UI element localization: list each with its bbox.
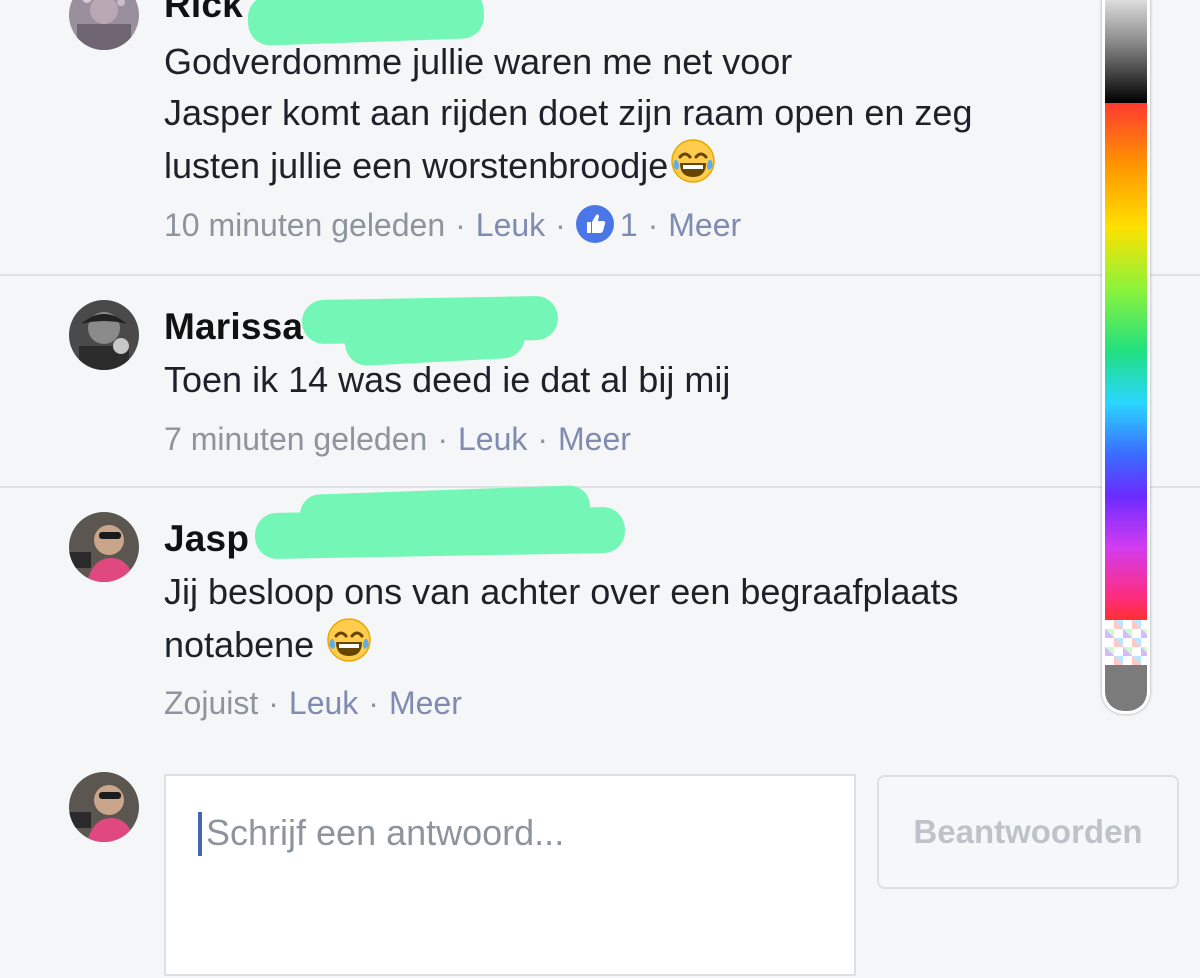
current-user-avatar[interactable]	[69, 772, 139, 842]
reply-placeholder: Schrijf een antwoord...	[206, 812, 565, 853]
comment-timestamp: 10 minuten geleden	[164, 207, 446, 243]
meta-separator: ·	[455, 207, 466, 243]
meta-separator: ·	[647, 207, 659, 243]
avatar[interactable]	[69, 300, 139, 370]
color-picker-bottom-segment[interactable]	[1105, 665, 1147, 711]
comment-author-name[interactable]: Jasp	[164, 518, 249, 560]
comment-meta: 10 minuten geleden · Leuk · 1 · Meer	[164, 205, 741, 244]
comment-text-line: Jij besloop ons van achter over een begr…	[164, 571, 959, 612]
laughing-tears-emoji-icon	[670, 138, 716, 197]
comment-text-line: Toen ik 14 was deed ie dat al bij mij	[164, 359, 731, 400]
meta-separator: ·	[437, 421, 448, 457]
reply-button[interactable]: Beantwoorden	[877, 775, 1179, 889]
color-picker-hue-segment[interactable]	[1105, 103, 1147, 620]
reply-input[interactable]: Schrijf een antwoord...	[164, 774, 856, 976]
thumbs-up-icon[interactable]	[575, 205, 614, 243]
comment-text-line: Godverdomme jullie waren me net voor	[164, 41, 793, 82]
like-link[interactable]: Leuk	[458, 421, 527, 457]
comment-meta: Zojuist · Leuk · Meer	[164, 685, 462, 722]
avatar[interactable]	[69, 512, 139, 582]
comment-text-line: notabene	[164, 617, 372, 676]
comment-text-segment: notabene	[164, 624, 315, 665]
comment-meta: 7 minuten geleden · Leuk · Meer	[164, 421, 631, 458]
color-picker-transparent-segment[interactable]	[1105, 620, 1147, 665]
meta-separator: ·	[537, 421, 549, 457]
meta-separator: ·	[555, 207, 566, 243]
comment-timestamp: 7 minuten geleden	[164, 421, 428, 457]
comment-divider	[0, 486, 1200, 488]
text-cursor	[198, 812, 202, 856]
comment-author-name[interactable]: Marissa	[164, 306, 303, 348]
comment-text-segment: lusten jullie een worstenbroodje	[164, 145, 669, 186]
color-picker-grey-segment[interactable]	[1105, 0, 1147, 103]
like-link[interactable]: Leuk	[289, 685, 358, 721]
comment-timestamp: Zojuist	[164, 685, 259, 721]
laughing-tears-emoji-icon	[326, 617, 372, 676]
meta-separator: ·	[268, 685, 279, 721]
comment-text-line: Jasper komt aan rijden doet zijn raam op…	[164, 92, 973, 133]
comment-author-name[interactable]: Rick	[164, 0, 243, 26]
more-link[interactable]: Meer	[558, 421, 631, 457]
more-link[interactable]: Meer	[668, 207, 741, 243]
more-link[interactable]: Meer	[389, 685, 462, 721]
meta-separator: ·	[368, 685, 379, 721]
color-picker-slider[interactable]	[1102, 0, 1150, 714]
like-link[interactable]: Leuk	[476, 207, 545, 243]
comment-text-line: lusten jullie een worstenbroodje	[164, 138, 716, 197]
like-count[interactable]: 1	[620, 207, 638, 243]
avatar[interactable]	[69, 0, 139, 50]
comment-divider	[0, 274, 1200, 276]
